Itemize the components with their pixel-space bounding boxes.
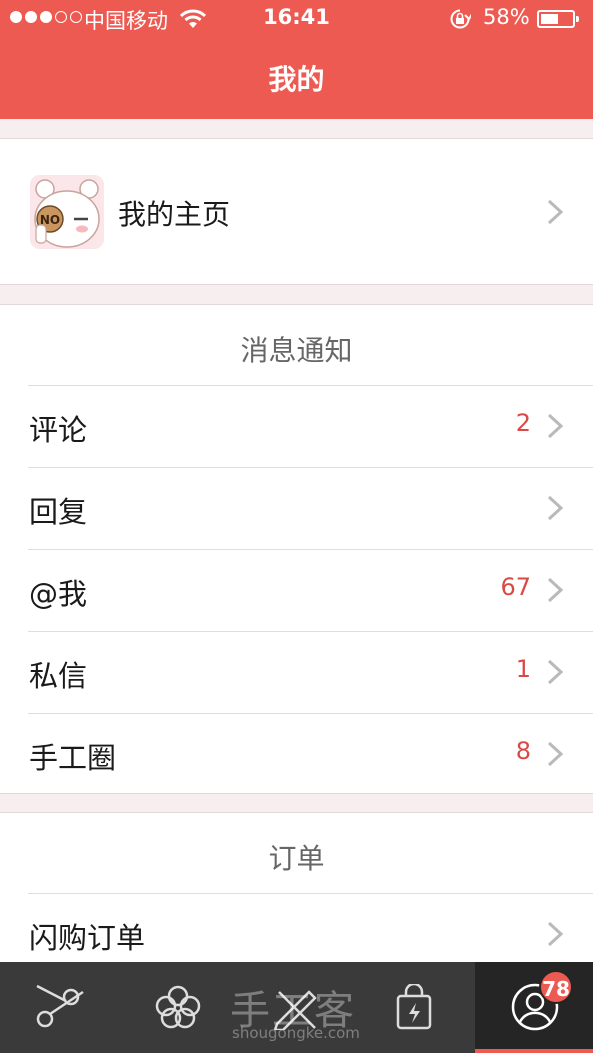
scissors-icon bbox=[36, 984, 84, 1028]
chevron-right-icon bbox=[543, 412, 567, 440]
row-label: 回复 bbox=[29, 495, 88, 529]
battery-icon bbox=[537, 10, 579, 28]
unread-count: 1 bbox=[515, 655, 531, 683]
row-label: 手工圈 bbox=[29, 741, 117, 775]
my-homepage-label: 我的主页 bbox=[118, 198, 231, 231]
tab-tutorials[interactable] bbox=[0, 962, 118, 1053]
battery-percent: 58% bbox=[483, 5, 530, 29]
notification-badge: 78 bbox=[539, 970, 573, 1004]
page-title: 我的 bbox=[268, 63, 325, 96]
unread-count: 8 bbox=[515, 737, 531, 765]
chevron-right-icon bbox=[543, 494, 567, 522]
chevron-right-icon bbox=[543, 198, 567, 226]
flower-icon bbox=[155, 985, 201, 1029]
chevron-right-icon bbox=[543, 658, 567, 686]
unread-count: 2 bbox=[515, 409, 531, 437]
shopping-bag-icon bbox=[396, 984, 432, 1030]
notification-row-craft-circle[interactable]: 手工圈 8 bbox=[0, 713, 593, 795]
notifications-section-title: 消息通知 bbox=[240, 334, 353, 367]
tab-shop[interactable] bbox=[354, 962, 472, 1053]
my-homepage-row[interactable]: NO 我的主页 bbox=[0, 138, 593, 285]
notifications-section: 消息通知 评论 2 回复 @我 67 私信 1 手工圈 8 bbox=[0, 304, 593, 794]
chevron-right-icon bbox=[543, 576, 567, 604]
orders-section-title: 订单 bbox=[268, 842, 325, 875]
row-label: 闪购订单 bbox=[29, 921, 146, 955]
tab-me[interactable]: 78 bbox=[475, 962, 593, 1053]
notification-row-comments[interactable]: 评论 2 bbox=[0, 385, 593, 467]
unread-count: 67 bbox=[500, 573, 531, 601]
rotation-lock-icon bbox=[450, 9, 471, 29]
notification-row-replies[interactable]: 回复 bbox=[0, 467, 593, 549]
avatar: NO bbox=[30, 175, 104, 249]
orders-section: 订单 闪购订单 bbox=[0, 812, 593, 972]
watermark-url: shougongke.com bbox=[232, 1024, 360, 1042]
notification-row-private-messages[interactable]: 私信 1 bbox=[0, 631, 593, 713]
status-bar: 中国移动 16:41 58% bbox=[0, 0, 593, 38]
row-label: 评论 bbox=[29, 413, 88, 447]
row-label: @我 bbox=[29, 577, 88, 611]
top-bar: 中国移动 16:41 58% 我的 bbox=[0, 0, 593, 119]
chevron-right-icon bbox=[543, 920, 567, 948]
notification-row-mentions[interactable]: @我 67 bbox=[0, 549, 593, 631]
tab-discover[interactable] bbox=[118, 962, 236, 1053]
chevron-right-icon bbox=[543, 740, 567, 768]
row-label: 私信 bbox=[29, 659, 88, 693]
